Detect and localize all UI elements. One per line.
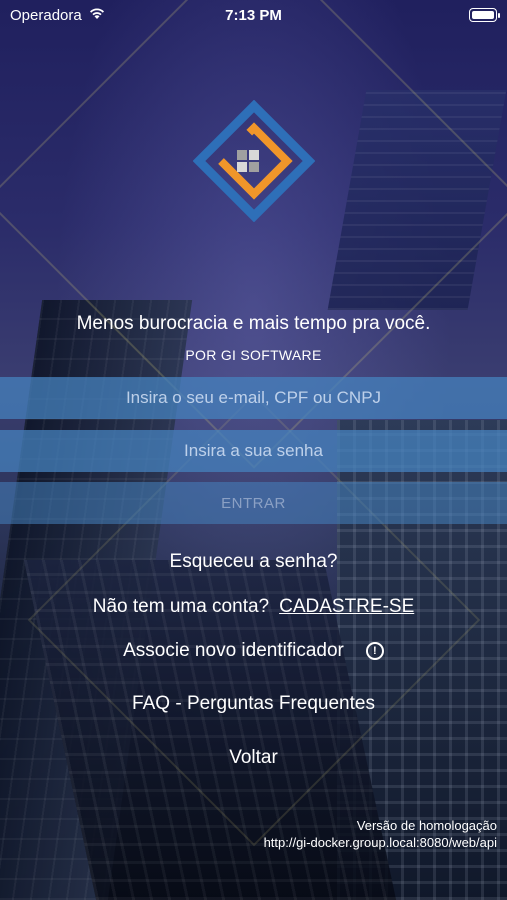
associate-identifier-link[interactable]: Associe novo identificador [123,640,344,662]
version-label: Versão de homologação [356,818,497,833]
faq-link[interactable]: FAQ - Perguntas Frequentes [0,693,507,715]
no-account-label: Não tem uma conta? [92,596,270,617]
signup-row: Não tem uma conta? CADASTRE-SE [0,596,507,618]
back-link[interactable]: Voltar [0,747,507,769]
signup-link[interactable]: CADASTRE-SE [279,596,414,618]
info-circle-icon[interactable]: ! [365,642,384,660]
byline: POR GI SOFTWARE [185,347,322,363]
enter-button[interactable]: ENTRAR [0,482,507,524]
wifi-icon [88,6,106,24]
api-url: http://gi-docker.group.local:8080/web/ap… [263,835,497,850]
house-logo-icon [193,100,315,222]
forgot-password-link[interactable]: Esqueceu a senha? [0,551,507,573]
password-input[interactable] [0,430,507,472]
battery-icon [469,8,500,22]
status-bar: Operadora 7:13 PM [0,0,507,30]
version-info: Versão de homologação http://gi-docker.g… [264,817,497,851]
tagline: Menos burocracia e mais tempo pra você. [76,313,431,334]
email-cpf-cnpj-input[interactable] [0,377,507,419]
carrier-name: Operadora [10,6,82,24]
status-time: 7:13 PM [225,6,282,24]
associate-row: Associe novo identificador ! [0,640,507,662]
